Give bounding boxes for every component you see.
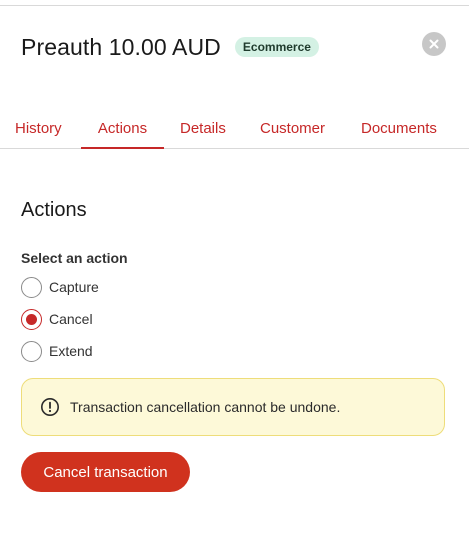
close-button[interactable] [422, 32, 446, 56]
radio-label: Extend [49, 343, 93, 359]
radio-extend[interactable]: Extend [21, 340, 93, 362]
tab-bar: History Actions Details Customer Documen… [0, 110, 469, 149]
tab-details[interactable]: Details [180, 110, 226, 149]
tab-customer[interactable]: Customer [260, 110, 325, 149]
top-divider [0, 5, 469, 6]
radio-capture[interactable]: Capture [21, 276, 99, 298]
cancel-transaction-button[interactable]: Cancel transaction [21, 452, 190, 492]
panel-header: Preauth 10.00 AUD Ecommerce [21, 32, 448, 62]
page-title: Preauth 10.00 AUD [21, 33, 221, 60]
warning-alert: Transaction cancellation cannot be undon… [21, 378, 445, 436]
channel-badge: Ecommerce [234, 37, 319, 57]
section-title: Actions [21, 199, 87, 221]
radio-selected-dot [26, 313, 37, 325]
alert-message: Transaction cancellation cannot be undon… [70, 399, 341, 415]
radio-label: Cancel [49, 311, 93, 327]
close-icon [429, 39, 439, 49]
tab-documents[interactable]: Documents [361, 110, 437, 149]
radio-circle[interactable] [21, 276, 42, 298]
radio-circle[interactable] [21, 308, 42, 330]
exclamation-circle-icon [40, 397, 60, 417]
radio-circle[interactable] [21, 340, 42, 362]
tab-history[interactable]: History [15, 110, 62, 149]
radio-cancel[interactable]: Cancel [21, 308, 93, 330]
action-select-label: Select an action [21, 250, 128, 266]
tab-actions[interactable]: Actions [81, 110, 164, 149]
radio-label: Capture [49, 279, 99, 295]
